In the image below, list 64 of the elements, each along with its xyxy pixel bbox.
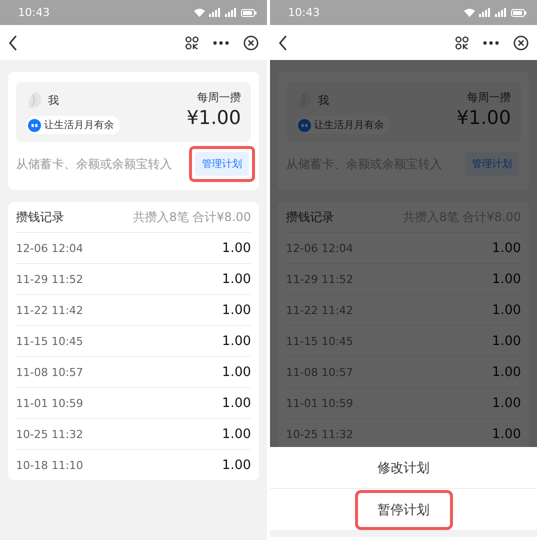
record-time: 10-18 11:10 (16, 458, 84, 472)
motto-tag: 让生活月月有余 (26, 116, 120, 134)
close-icon[interactable] (513, 34, 529, 50)
wifi-icon (194, 8, 205, 17)
plan-amount: ¥1.00 (186, 107, 241, 129)
more-icon[interactable] (483, 40, 499, 44)
wifi-icon (464, 8, 475, 17)
motto-tag: 让生活月月有余 (296, 116, 390, 134)
signal-icon (479, 8, 491, 17)
record-amount: 1.00 (492, 426, 521, 442)
record-time: 10-25 11:32 (286, 428, 354, 440)
owner-name: 我 (318, 92, 329, 108)
funding-source-text: 从储蓄卡、余额或余额宝转入 (16, 156, 172, 172)
record-time: 11-15 10:45 (16, 334, 84, 348)
battery-icon (241, 8, 257, 16)
record-time: 12-06 12:04 (286, 242, 354, 254)
record-time: 11-15 10:45 (286, 334, 354, 348)
status-time: 10:43 (288, 6, 320, 19)
record-amount: 1.00 (222, 458, 251, 472)
back-icon[interactable] (8, 34, 18, 50)
record-amount: 1.00 (222, 302, 251, 318)
battery-icon (511, 8, 527, 16)
record-amount: 1.00 (492, 396, 521, 410)
records-title: 攒钱记录 (286, 208, 334, 226)
signal-icon (209, 8, 221, 17)
records-summary: 共攒入8笔 合计¥8.00 (133, 208, 251, 226)
owner-name: 我 (48, 92, 59, 108)
record-amount: 1.00 (222, 272, 251, 286)
qr-code-icon[interactable] (185, 36, 199, 50)
record-time: 11-01 10:59 (286, 396, 354, 410)
record-time: 10-25 11:32 (16, 428, 84, 440)
record-time: 11-29 11:52 (286, 272, 354, 286)
record-time: 11-29 11:52 (16, 272, 84, 286)
status-time: 10:43 (18, 6, 50, 19)
action-sheet-option[interactable]: 暂停计划 (358, 492, 450, 526)
record-amount: 1.00 (492, 334, 521, 348)
record-time: 11-08 10:57 (286, 366, 354, 378)
signal-icon (225, 8, 237, 17)
plan-amount: ¥1.00 (456, 107, 511, 129)
qr-code-icon[interactable] (455, 36, 469, 50)
record-amount: 1.00 (222, 334, 251, 348)
close-icon[interactable] (243, 34, 259, 50)
record-time: 12-06 12:04 (16, 242, 84, 254)
plan-frequency: 每周一攒 (197, 90, 241, 105)
record-amount: 1.00 (492, 240, 521, 256)
record-amount: 1.00 (222, 240, 251, 256)
record-amount: 1.00 (222, 426, 251, 442)
quote-icon (28, 118, 41, 132)
more-icon[interactable] (213, 40, 229, 44)
record-amount: 1.00 (492, 272, 521, 286)
record-time: 11-01 10:59 (16, 396, 84, 410)
record-time: 11-08 10:57 (16, 366, 84, 378)
record-amount: 1.00 (492, 364, 521, 380)
record-time: 11-22 11:42 (286, 304, 354, 316)
records-title: 攒钱记录 (16, 208, 64, 226)
quote-icon (298, 118, 311, 132)
record-time: 11-22 11:42 (16, 304, 84, 316)
signal-icon (495, 8, 507, 17)
back-icon[interactable] (278, 34, 288, 50)
record-amount: 1.00 (222, 364, 251, 380)
plan-frequency: 每周一攒 (467, 90, 511, 105)
record-amount: 1.00 (222, 396, 251, 410)
manage-plan-button[interactable]: 管理计划 (195, 152, 249, 176)
record-amount: 1.00 (492, 302, 521, 318)
